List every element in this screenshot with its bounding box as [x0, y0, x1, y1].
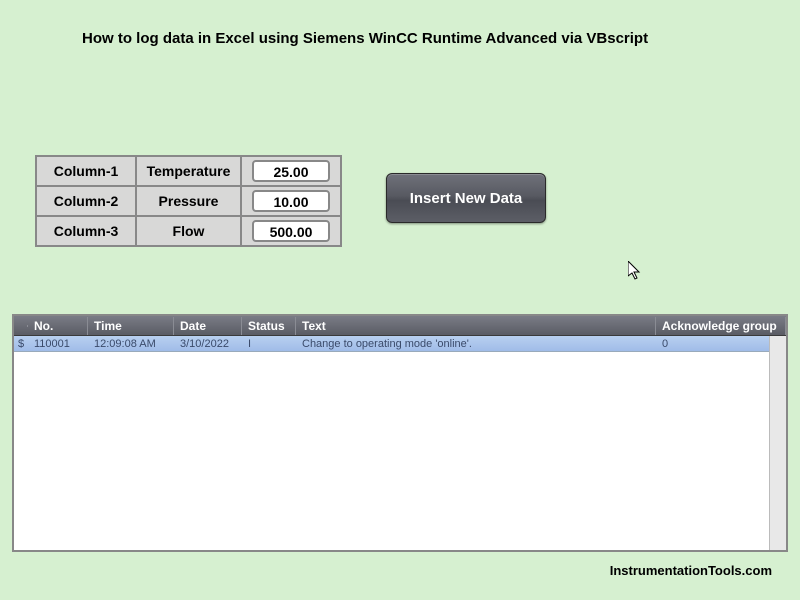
col-id-cell: Column-3 — [36, 216, 136, 246]
msg-header-no[interactable]: No. — [28, 317, 88, 335]
msg-cell-sym: $ — [14, 337, 28, 351]
msg-cell-no: 110001 — [28, 337, 88, 351]
vertical-scrollbar[interactable] — [769, 336, 786, 550]
col-id-cell: Column-1 — [36, 156, 136, 186]
msg-header-time[interactable]: Time — [88, 317, 174, 335]
message-row[interactable]: $ 110001 12:09:08 AM 3/10/2022 I Change … — [14, 336, 786, 352]
cursor-icon — [628, 261, 642, 281]
msg-header-sym[interactable] — [14, 325, 28, 327]
msg-header-date[interactable]: Date — [174, 317, 242, 335]
flow-value-input[interactable]: 500.00 — [252, 220, 330, 242]
msg-cell-ack: 0 — [656, 337, 786, 351]
data-row-temperature: Column-1 Temperature 25.00 — [36, 156, 341, 186]
msg-header-ack[interactable]: Acknowledge group — [656, 317, 786, 335]
msg-cell-date: 3/10/2022 — [174, 337, 242, 351]
param-label-cell: Pressure — [136, 186, 241, 216]
value-cell: 500.00 — [241, 216, 341, 246]
message-panel: No. Time Date Status Text Acknowledge gr… — [12, 314, 788, 552]
param-label-cell: Flow — [136, 216, 241, 246]
msg-header-text[interactable]: Text — [296, 317, 656, 335]
msg-cell-text: Change to operating mode 'online'. — [296, 337, 656, 351]
footer-credit: InstrumentationTools.com — [610, 563, 772, 578]
param-label-cell: Temperature — [136, 156, 241, 186]
message-header-row: No. Time Date Status Text Acknowledge gr… — [14, 316, 786, 336]
col-id-cell: Column-2 — [36, 186, 136, 216]
data-row-flow: Column-3 Flow 500.00 — [36, 216, 341, 246]
data-input-table: Column-1 Temperature 25.00 Column-2 Pres… — [35, 155, 342, 247]
temperature-value-input[interactable]: 25.00 — [252, 160, 330, 182]
value-cell: 10.00 — [241, 186, 341, 216]
msg-cell-status: I — [242, 337, 296, 351]
data-row-pressure: Column-2 Pressure 10.00 — [36, 186, 341, 216]
pressure-value-input[interactable]: 10.00 — [252, 190, 330, 212]
page-title: How to log data in Excel using Siemens W… — [82, 30, 648, 47]
value-cell: 25.00 — [241, 156, 341, 186]
msg-cell-time: 12:09:08 AM — [88, 337, 174, 351]
insert-new-data-button[interactable]: Insert New Data — [386, 173, 546, 223]
msg-header-status[interactable]: Status — [242, 317, 296, 335]
